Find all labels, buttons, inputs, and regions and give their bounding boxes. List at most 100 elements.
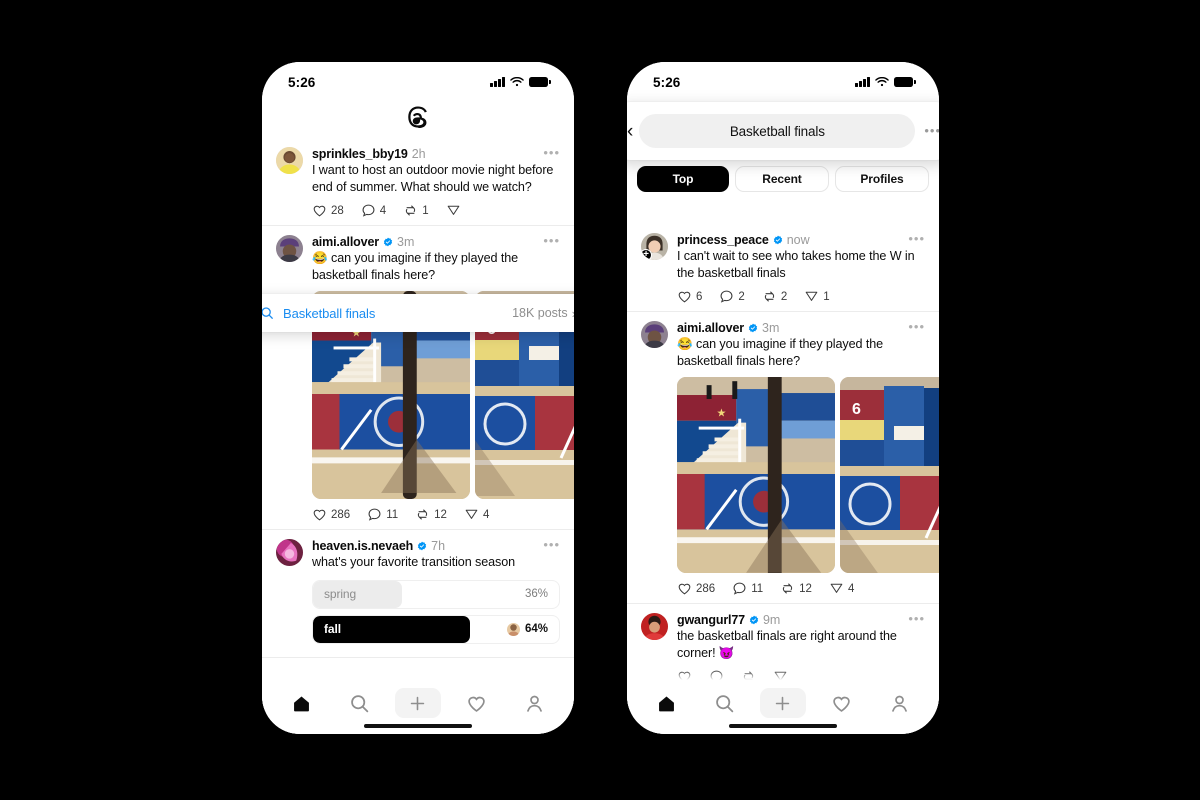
like-count: 28: [331, 204, 344, 217]
nav-activity-button[interactable]: [818, 688, 864, 718]
post-username[interactable]: gwangurl77: [677, 613, 745, 627]
post-username[interactable]: princess_peace: [677, 233, 769, 247]
threads-logo-bar: [262, 96, 574, 138]
media-image[interactable]: ★: [677, 377, 835, 573]
post-timestamp: 3m: [762, 321, 780, 335]
nav-search-button[interactable]: [337, 688, 383, 718]
reply-action[interactable]: 2: [719, 289, 745, 304]
search-query-text: Basketball finals: [283, 305, 376, 321]
repost-action[interactable]: 1: [403, 203, 429, 218]
poll-option[interactable]: spring 36%: [312, 579, 560, 609]
share-action[interactable]: 1: [804, 289, 830, 304]
post-media-grid[interactable]: ★: [677, 377, 939, 573]
share-action[interactable]: 4: [829, 581, 854, 596]
search-suggestion-pill[interactable]: Basketball finals 18K posts ›: [262, 294, 574, 332]
status-icons: [490, 76, 551, 88]
verified-badge-icon: [748, 323, 758, 333]
post-more-icon[interactable]: •••: [543, 538, 560, 551]
post-username[interactable]: aimi.allover: [312, 235, 379, 249]
post-item[interactable]: ••• gwangurl77 9m the basketball finals …: [627, 604, 939, 680]
left-feed[interactable]: ••• sprinkles_bby19 2h I want to host an…: [262, 138, 574, 680]
post-item[interactable]: ••• aimi.allover 3m 😂 can you imagine if: [262, 226, 574, 530]
battery-full-icon: [529, 77, 551, 87]
repost-count: 1: [422, 204, 429, 217]
post-actions[interactable]: 6 2 2 1: [677, 289, 925, 304]
nav-profile-button[interactable]: [877, 688, 923, 718]
reply-action[interactable]: 11: [367, 507, 398, 522]
svg-text:★: ★: [717, 408, 727, 420]
poll[interactable]: spring 36% fall 64%: [312, 579, 560, 644]
repost-action[interactable]: 12: [415, 507, 447, 522]
nav-profile-button[interactable]: [512, 688, 558, 718]
post-more-icon[interactable]: •••: [543, 234, 560, 247]
reply-action[interactable]: 11: [732, 581, 763, 596]
like-action[interactable]: 6: [677, 289, 702, 304]
feed-fade: [262, 670, 574, 680]
reply-action[interactable]: 4: [361, 203, 386, 218]
poll-option-percent: 36%: [525, 588, 548, 600]
post-timestamp: now: [786, 233, 810, 247]
repost-action[interactable]: 2: [762, 289, 787, 304]
battery-full-icon: [894, 77, 916, 87]
post-more-icon[interactable]: •••: [908, 320, 925, 333]
search-header-bar[interactable]: ‹ Basketball finals •••: [627, 102, 939, 160]
post-item[interactable]: ••• aimi.allover 3m 😂 can you imagine if: [627, 312, 939, 604]
search-query-pill[interactable]: Basketball finals: [639, 114, 916, 148]
like-action[interactable]: 286: [312, 507, 350, 522]
post-actions[interactable]: 28 4 1: [312, 203, 560, 218]
right-feed[interactable]: ••• princess_peace now I ca: [627, 224, 939, 680]
tab-recent[interactable]: Recent: [735, 166, 829, 192]
share-action[interactable]: [446, 203, 465, 218]
add-follow-icon[interactable]: [641, 249, 652, 260]
avatar[interactable]: [641, 321, 668, 348]
tab-top[interactable]: Top: [637, 166, 729, 192]
tab-profiles[interactable]: Profiles: [835, 166, 929, 192]
comment-icon: [733, 582, 746, 595]
feed-fade: [627, 670, 939, 680]
post-item[interactable]: ••• princess_peace now I ca: [627, 224, 939, 312]
post-username[interactable]: aimi.allover: [677, 321, 744, 335]
profile-person-icon: [892, 695, 908, 712]
profile-person-icon: [527, 695, 543, 712]
post-actions[interactable]: 286 11 12 4: [677, 581, 925, 596]
post-username[interactable]: heaven.is.nevaeh: [312, 539, 413, 553]
poll-option[interactable]: fall 64%: [312, 614, 560, 644]
more-options-icon[interactable]: •••: [924, 124, 939, 137]
like-action[interactable]: 286: [677, 581, 715, 596]
nav-search-button[interactable]: [702, 688, 748, 718]
avatar[interactable]: [641, 233, 668, 260]
post-more-icon[interactable]: •••: [908, 612, 925, 625]
post-more-icon[interactable]: •••: [908, 232, 925, 245]
back-chevron-icon[interactable]: ‹: [627, 122, 633, 141]
media-image[interactable]: 6: [840, 377, 939, 573]
nav-home-button[interactable]: [643, 688, 689, 718]
heart-icon: [678, 583, 691, 595]
avatar[interactable]: [276, 539, 303, 566]
avatar[interactable]: [276, 235, 303, 262]
share-count: 4: [847, 582, 855, 595]
repost-count: 2: [780, 290, 788, 303]
home-icon: [293, 696, 309, 711]
status-time: 5:26: [288, 74, 316, 90]
post-actions[interactable]: 286 11 12 4: [312, 507, 560, 522]
avatar[interactable]: [641, 613, 668, 640]
post-text-body: can you imagine if they played the baske…: [677, 337, 884, 368]
nav-create-button[interactable]: [759, 688, 806, 718]
nav-activity-button[interactable]: [453, 688, 499, 718]
repost-count: 12: [799, 582, 812, 595]
post-timestamp: 7h: [431, 539, 446, 553]
post-item[interactable]: ••• heaven.is.nevaeh 7h what's your favo…: [262, 530, 574, 658]
post-username[interactable]: sprinkles_bby19: [312, 147, 408, 161]
verified-badge-icon: [417, 541, 427, 551]
like-action[interactable]: 28: [312, 203, 344, 218]
avatar[interactable]: [276, 147, 303, 174]
status-bar-left: 5:26: [262, 62, 574, 96]
post-more-icon[interactable]: •••: [543, 146, 560, 159]
repost-action[interactable]: 12: [780, 581, 812, 596]
post-emoji: 😂: [312, 251, 328, 265]
share-action[interactable]: 4: [464, 507, 489, 522]
post-item[interactable]: ••• sprinkles_bby19 2h I want to host an…: [262, 138, 574, 226]
search-tabs[interactable]: Top Recent Profiles: [627, 166, 939, 192]
nav-create-button[interactable]: [394, 688, 441, 718]
nav-home-button[interactable]: [278, 688, 324, 718]
